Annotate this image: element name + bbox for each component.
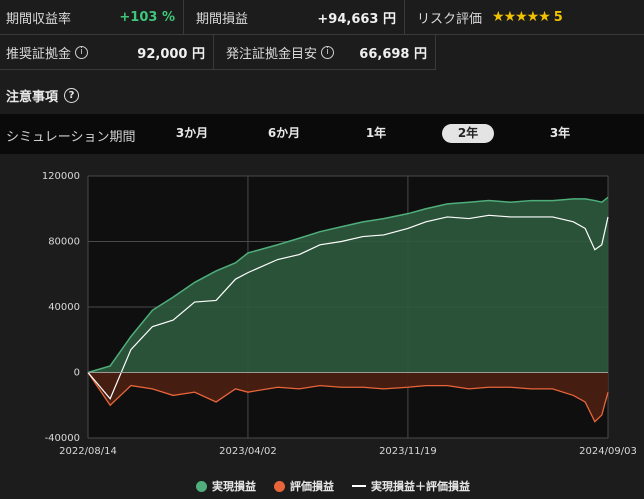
pnl-chart: 120000 80000 40000 0 -40000 2022/08/14 2023/04… [42,171,637,457]
risk-cell: リスク評価 ★★★★★ 5 [405,0,644,35]
period-label: シミュレーション期間 [6,130,136,145]
legend-swatch [352,485,366,487]
period-selector: シミュレーション期間 3か月 6か月 1年 2年 3年 [0,114,644,154]
period-pnl-value: +94,663 円 [317,11,396,27]
y-tick-label: 0 [74,368,80,379]
period-return-value: +103 % [119,9,175,25]
recommended-margin-label: 推奨証拠金 [6,46,72,62]
period-return-cell: 期間収益率 +103 % [0,0,184,35]
legend-swatch [274,480,285,492]
x-tick-label: 2023/04/02 [219,446,277,457]
order-margin-cell: 発注証拠金目安 i 66,698 円 [214,35,436,70]
info-icon[interactable]: i [75,45,89,59]
info-icon[interactable]: i [321,45,335,59]
legend-label: 評価損益 [290,480,334,493]
risk-stars-icon: ★★★★★ [492,9,551,25]
legend-label: 実現損益＋評価損益 [371,480,470,493]
legend-swatch [196,480,207,492]
notice-link[interactable]: 注意事項 ? [6,86,80,105]
stats-panel: 期間収益率 +103 % 期間損益 +94,663 円 リスク評価 ★★★★★ … [0,0,644,72]
tab-3-years[interactable]: 3年 [534,124,586,143]
period-pnl-label: 期間損益 [196,11,249,27]
order-margin-value: 66,698 円 [359,46,427,62]
recommended-margin-cell: 推奨証拠金 i 92,000 円 [0,35,214,70]
period-return-label: 期間収益率 [6,11,72,27]
x-tick-label: 2022/08/14 [59,446,117,457]
legend-label: 実現損益 [212,480,256,493]
question-circle-icon: ? [64,88,80,103]
risk-value: 5 [553,9,563,25]
order-margin-label: 発注証拠金目安 [226,46,318,62]
period-pnl-cell: 期間損益 +94,663 円 [184,0,405,35]
tab-3-months[interactable]: 3か月 [166,124,218,143]
x-tick-label: 2023/11/19 [379,446,437,457]
y-tick-label: 40000 [48,302,80,313]
notice-label: 注意事項 [6,90,59,105]
chart-legend: 実現損益 評価損益 実現損益＋評価損益 [0,478,644,494]
legend-item-total[interactable]: 実現損益＋評価損益 [352,478,470,494]
tab-1-year[interactable]: 1年 [350,124,402,143]
recommended-margin-value: 92,000 円 [137,46,205,62]
y-tick-label: -40000 [45,433,80,444]
y-tick-label: 120000 [42,171,80,182]
legend-item-realized[interactable]: 実現損益 [196,478,256,494]
tab-2-years[interactable]: 2年 [442,124,494,143]
risk-label: リスク評価 [417,11,483,27]
legend-item-unrealized[interactable]: 評価損益 [274,478,334,494]
x-tick-label: 2024/09/03 [579,446,637,457]
tab-6-months[interactable]: 6か月 [258,124,310,143]
y-tick-label: 80000 [48,237,80,248]
